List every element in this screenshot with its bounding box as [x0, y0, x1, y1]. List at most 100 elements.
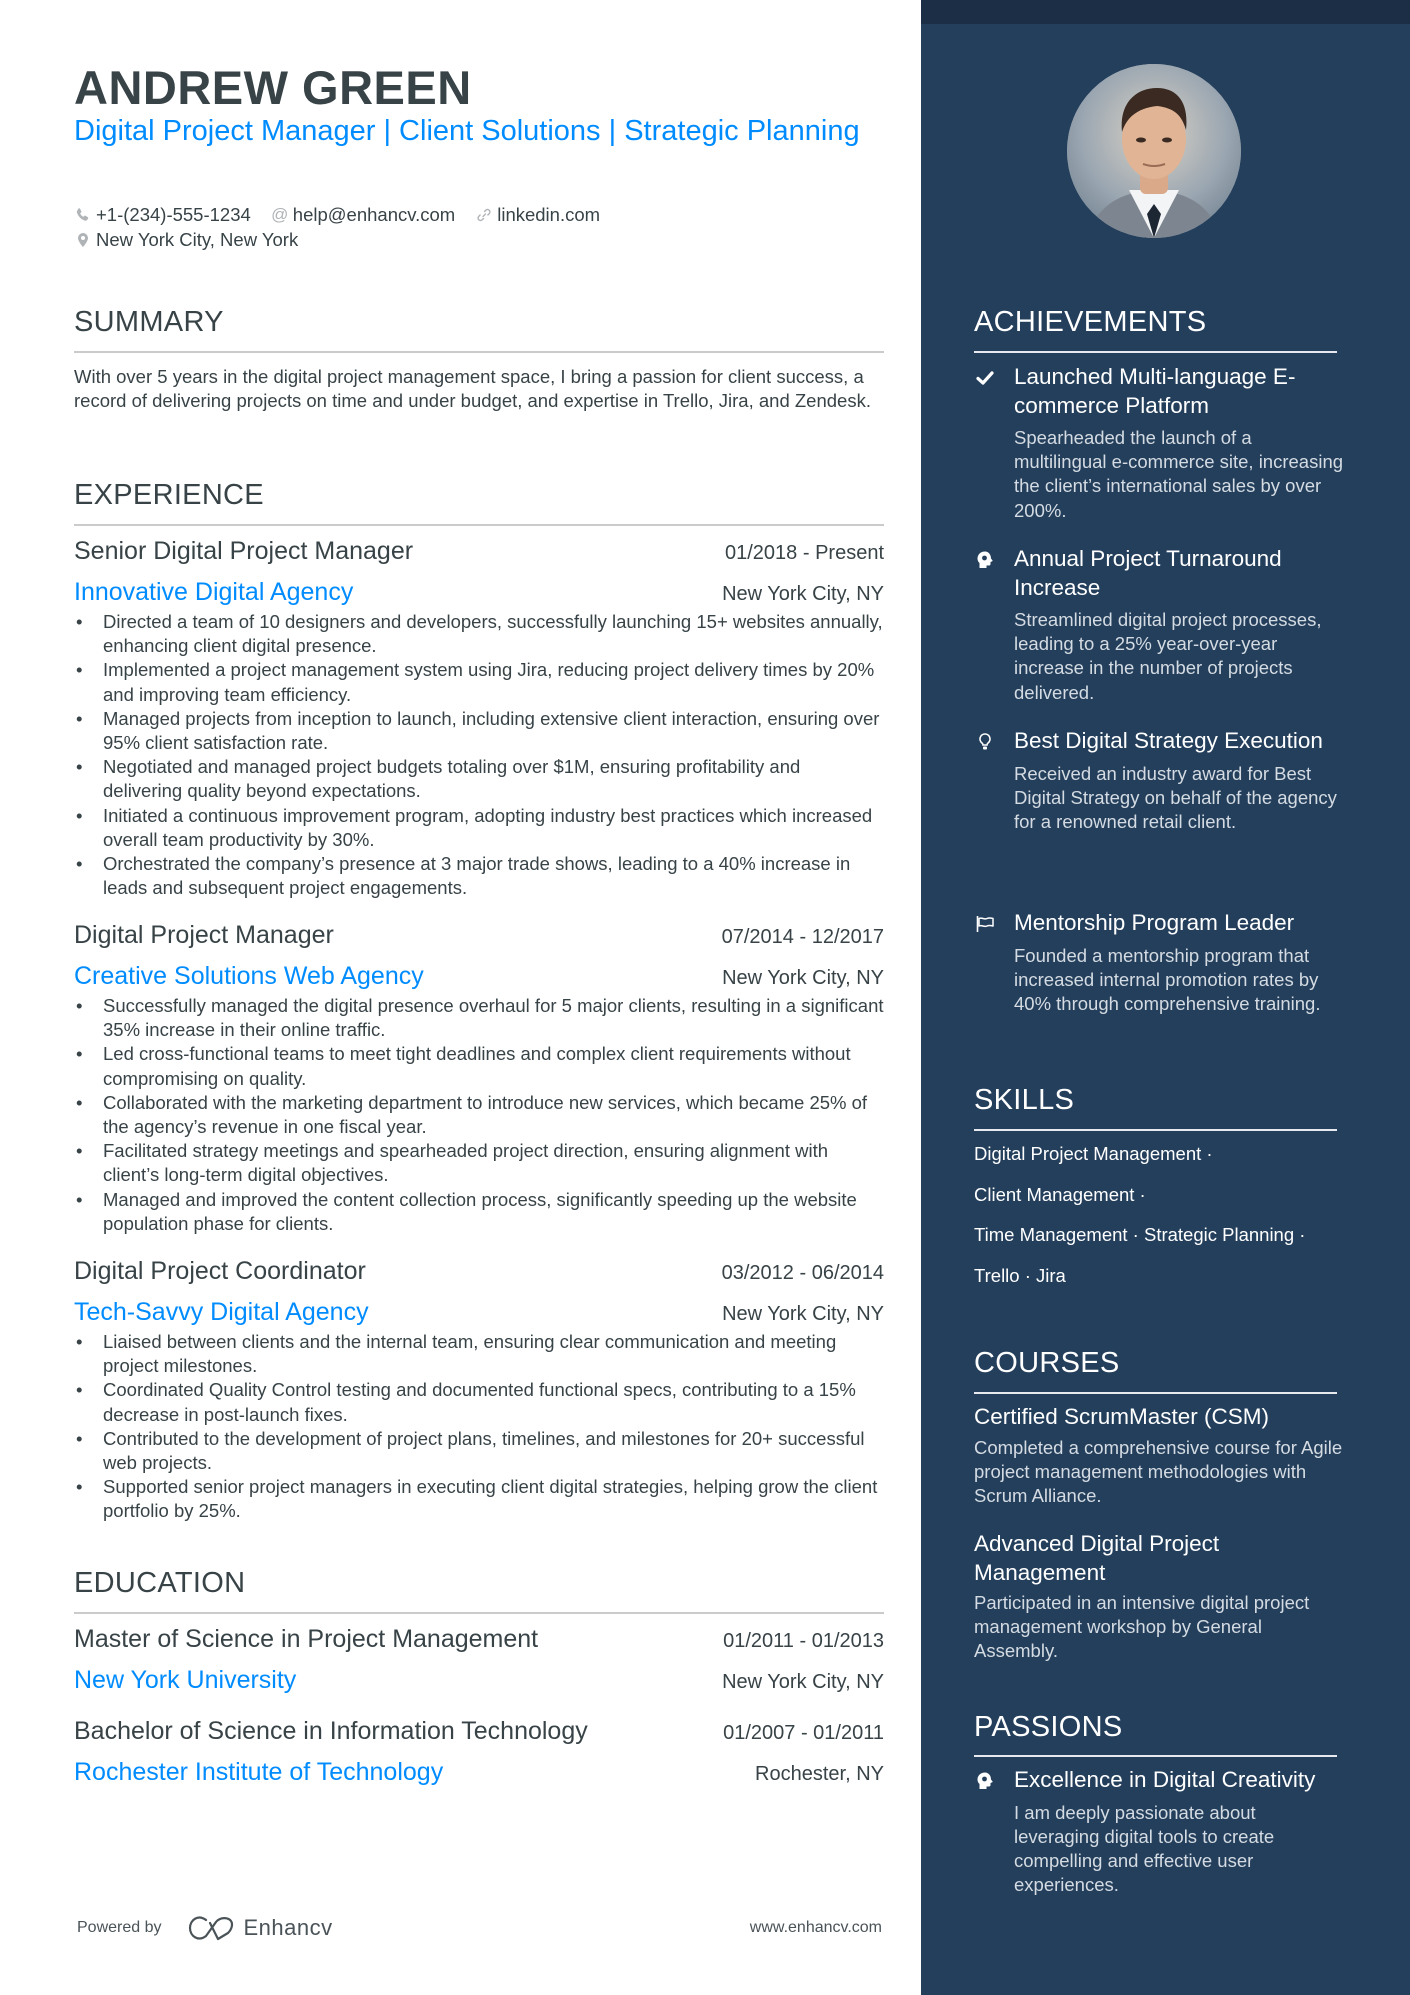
enhancv-logo-icon: [188, 1916, 233, 1941]
job-title: Senior Digital Project Manager: [74, 537, 414, 565]
achievement-item: Annual Project Turnaround Increase Strea…: [974, 545, 1344, 705]
bullet: Coordinated Quality Control testing and …: [74, 1378, 884, 1426]
achievement-item: Mentorship Program Leader Founded a ment…: [974, 909, 1344, 1016]
email-text: help@enhancv.com: [292, 204, 456, 225]
candidate-name: ANDREW GREEN: [74, 61, 472, 114]
achievement-title: Mentorship Program Leader: [1014, 910, 1295, 935]
bullet: Successfully managed the digital presenc…: [74, 994, 884, 1042]
experience-entry: Digital Project Manager 07/2014 - 12/201…: [74, 919, 884, 1236]
company-name: Tech-Savvy Digital Agency: [74, 1298, 369, 1326]
job-title: Digital Project Coordinator: [74, 1257, 366, 1285]
bullet: Supported senior project managers in exe…: [74, 1475, 884, 1523]
edu-location: New York City, NY: [722, 1671, 884, 1693]
job-location: New York City, NY: [722, 967, 884, 989]
summary-text: With over 5 years in the digital project…: [74, 366, 871, 412]
job-dates: 01/2018 - Present: [725, 542, 884, 564]
achievement-desc: Spearheaded the launch of a multilingual…: [1014, 427, 1344, 521]
head-brain-icon: [974, 1770, 996, 1792]
degree: Master of Science in Project Management: [74, 1625, 539, 1653]
summary-divider: [74, 351, 884, 353]
course-desc: Participated in an intensive digital pro…: [974, 1592, 1310, 1662]
bullet: Facilitated strategy meetings and spearh…: [74, 1139, 884, 1187]
skills-list: Digital Project Management · Client Mana…: [974, 1142, 1354, 1304]
achievement-desc: Received an industry award for Best Digi…: [1014, 762, 1337, 832]
experience-entry: Senior Digital Project Manager 01/2018 -…: [74, 535, 884, 900]
course-title: Certified ScrumMaster (CSM): [974, 1404, 1270, 1429]
lightbulb-icon: [974, 731, 996, 753]
skills-heading: SKILLS: [974, 1084, 1075, 1116]
job-bullets: Liaised between clients and the internal…: [74, 1330, 884, 1524]
job-dates: 03/2012 - 06/2014: [721, 1262, 884, 1284]
bullet: Implemented a project management system …: [74, 658, 884, 706]
degree: Bachelor of Science in Information Techn…: [74, 1717, 588, 1745]
sidebar: ACHIEVEMENTS Launched Multi-language E-c…: [921, 0, 1410, 1995]
skill-line: Trello · Jira: [974, 1264, 1066, 1286]
experience-heading: EXPERIENCE: [74, 479, 264, 511]
location-text: New York City, New York: [96, 229, 299, 250]
contact-email[interactable]: @ help@enhancv.com: [271, 202, 455, 227]
education-divider: [74, 1612, 884, 1614]
candidate-headline: Digital Project Manager | Client Solutio…: [74, 115, 860, 147]
contact-link[interactable]: linkedin.com: [475, 202, 600, 227]
portrait-image: [1067, 64, 1241, 238]
skill-line: Client Management ·: [974, 1183, 1146, 1205]
enhancv-logo[interactable]: Enhancv: [188, 1915, 333, 1941]
passion-item: Excellence in Digital Creativity I am de…: [974, 1766, 1344, 1897]
bullet: Orchestrated the company’s presence at 3…: [74, 852, 884, 900]
contact-location: New York City, New York: [74, 227, 298, 252]
location-pin-icon: [74, 231, 92, 249]
achievement-item: Best Digital Strategy Execution Received…: [974, 727, 1344, 834]
edu-dates: 01/2007 - 01/2011: [723, 1722, 884, 1744]
bullet: Led cross-functional teams to meet tight…: [74, 1042, 884, 1090]
skill-line: Time Management · Strategic Planning ·: [974, 1224, 1306, 1245]
footer-url[interactable]: www.enhancv.com: [750, 1919, 882, 1937]
achievement-desc: Founded a mentorship program that increa…: [1014, 944, 1321, 1014]
achievements-heading: ACHIEVEMENTS: [974, 306, 1207, 338]
job-title: Digital Project Manager: [74, 921, 334, 949]
achievement-item: Launched Multi-language E-commerce Platf…: [974, 363, 1344, 523]
course-item: Certified ScrumMaster (CSM) Completed a …: [974, 1403, 1344, 1508]
phone-text: +1-(234)-555-1234: [96, 204, 251, 225]
achievement-title: Annual Project Turnaround Increase: [1014, 546, 1282, 600]
courses-divider: [974, 1392, 1337, 1394]
bullet: Contributed to the development of projec…: [74, 1427, 884, 1475]
course-item: Advanced Digital Project Management Part…: [974, 1530, 1344, 1664]
course-desc: Completed a comprehensive course for Agi…: [974, 1436, 1343, 1506]
skills-divider: [974, 1129, 1337, 1131]
company-name: Innovative Digital Agency: [74, 578, 354, 606]
link-text: linkedin.com: [497, 204, 601, 225]
skill-line: Digital Project Management ·: [974, 1143, 1213, 1164]
edu-location: Rochester, NY: [755, 1763, 884, 1785]
education-heading: EDUCATION: [74, 1567, 246, 1599]
achievement-desc: Streamlined digital project processes, l…: [1014, 609, 1322, 703]
profile-photo: [1067, 64, 1241, 238]
flag-icon: [974, 913, 996, 935]
bullet: Liaised between clients and the internal…: [74, 1330, 884, 1378]
job-bullets: Successfully managed the digital presenc…: [74, 994, 884, 1236]
sidebar-top-band: [921, 0, 1410, 24]
achievement-title: Launched Multi-language E-commerce Platf…: [1014, 364, 1296, 418]
education-entry: Bachelor of Science in Information Techn…: [74, 1715, 884, 1788]
phone-icon: [74, 206, 92, 224]
school-name: Rochester Institute of Technology: [74, 1758, 444, 1786]
footer: Powered by Enhancv www.enhancv.com: [77, 1915, 882, 1941]
contact-phone[interactable]: +1-(234)-555-1234: [74, 202, 251, 227]
bullet: Directed a team of 10 designers and deve…: [74, 610, 884, 658]
powered-by-label: Powered by: [77, 1919, 162, 1936]
passions-heading: PASSIONS: [974, 1711, 1123, 1743]
courses-heading: COURSES: [974, 1347, 1120, 1379]
bullet: Managed projects from inception to launc…: [74, 707, 884, 755]
achievement-title: Best Digital Strategy Execution: [1014, 728, 1323, 753]
brand-name: Enhancv: [243, 1915, 333, 1940]
achievements-divider: [974, 351, 1337, 353]
school-name: New York University: [74, 1666, 297, 1694]
bullet: Collaborated with the marketing departme…: [74, 1091, 884, 1139]
passion-desc: I am deeply passionate about leveraging …: [1014, 1801, 1275, 1896]
at-icon: @: [271, 205, 289, 224]
course-title: Advanced Digital Project Management: [974, 1531, 1220, 1585]
link-icon: [475, 206, 493, 224]
contact-info: +1-(234)-555-1234 @ help@enhancv.com lin…: [74, 202, 600, 252]
education-entry: Master of Science in Project Management …: [74, 1623, 884, 1696]
job-location: New York City, NY: [722, 1303, 884, 1325]
check-icon: [974, 367, 996, 389]
